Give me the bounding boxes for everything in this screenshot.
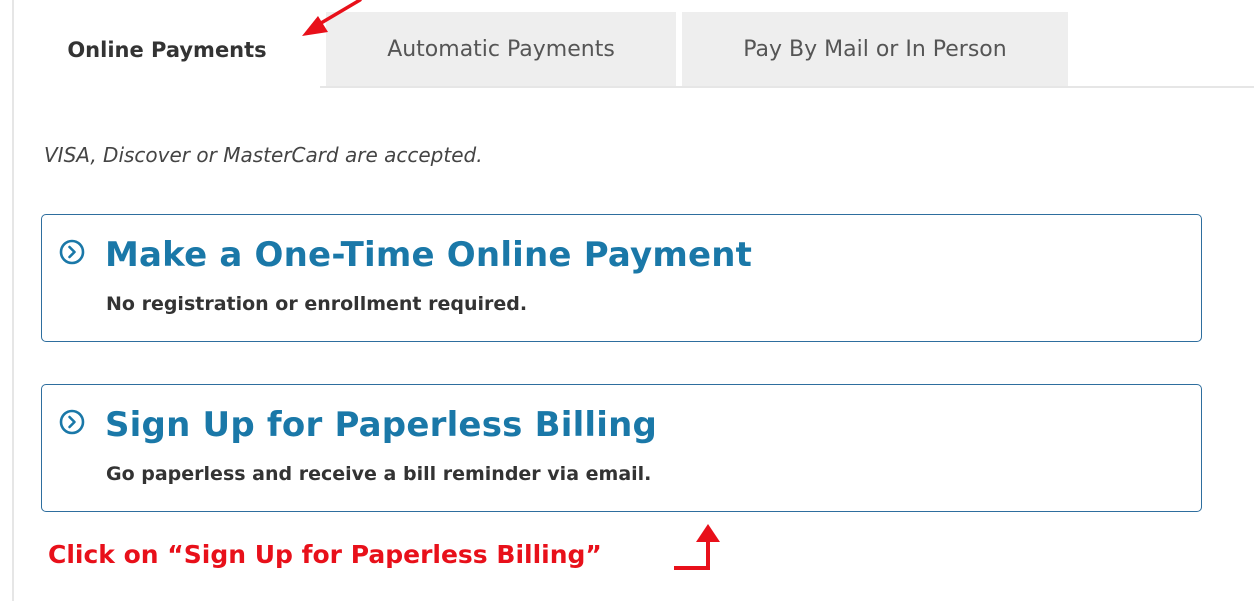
chevron-circle-right-icon: [59, 239, 85, 265]
tab-online-payments[interactable]: Online Payments: [14, 12, 320, 88]
tab-online-payments-label: Online Payments: [67, 38, 267, 62]
one-time-payment-link[interactable]: Make a One-Time Online Payment No regist…: [41, 214, 1202, 342]
tab-pay-by-mail-label: Pay By Mail or In Person: [743, 36, 1007, 62]
payment-options-page: Online Payments Automatic Payments Pay B…: [0, 0, 1254, 601]
red-bent-arrow-icon: [674, 524, 720, 570]
tab-pay-by-mail[interactable]: Pay By Mail or In Person: [682, 12, 1068, 86]
annotation-instruction: Click on “Sign Up for Paperless Billing”: [48, 540, 602, 569]
one-time-payment-subtitle: No registration or enrollment required.: [106, 293, 528, 315]
tab-automatic-payments-label: Automatic Payments: [387, 36, 615, 62]
one-time-payment-title[interactable]: Make a One-Time Online Payment: [105, 235, 752, 275]
tab-automatic-payments[interactable]: Automatic Payments: [326, 12, 676, 86]
panel-left-border: [12, 0, 14, 601]
tabs-baseline: [320, 86, 1254, 88]
paperless-billing-subtitle: Go paperless and receive a bill reminder…: [106, 463, 652, 485]
chevron-circle-right-icon: [59, 409, 85, 435]
accepted-cards-note: VISA, Discover or MasterCard are accepte…: [44, 143, 483, 167]
paperless-billing-link[interactable]: Sign Up for Paperless Billing Go paperle…: [41, 384, 1202, 512]
paperless-billing-title[interactable]: Sign Up for Paperless Billing: [105, 405, 657, 445]
